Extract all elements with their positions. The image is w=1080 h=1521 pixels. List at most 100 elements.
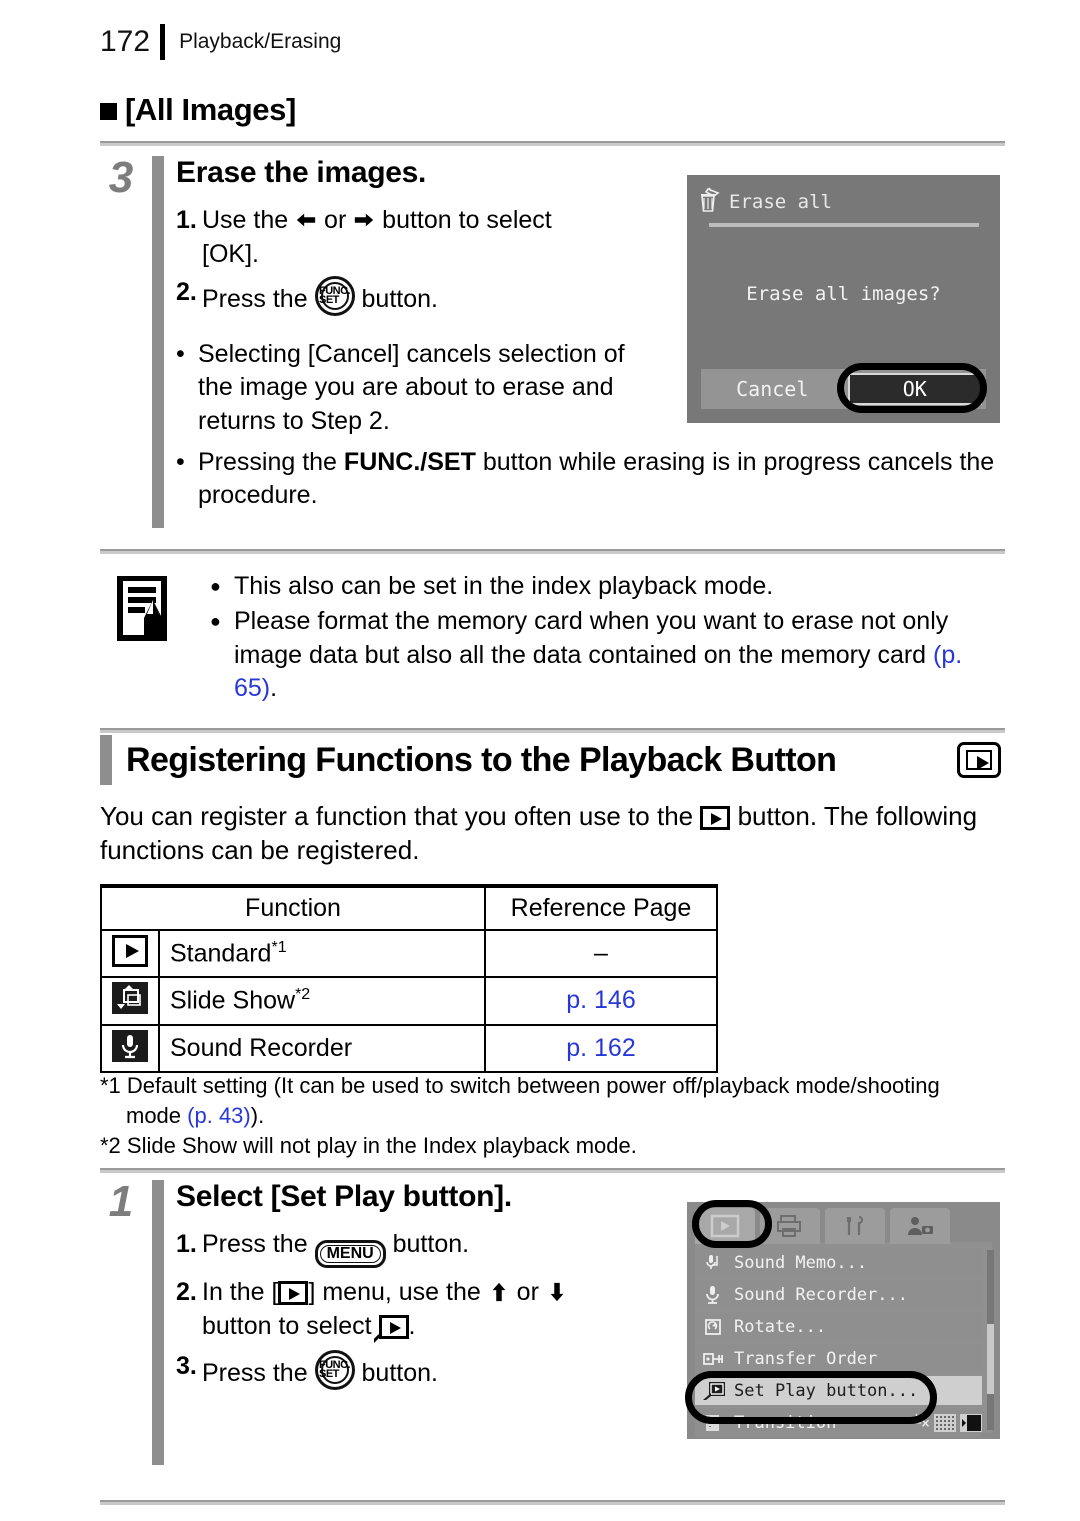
settings-tab-icon: [846, 1215, 864, 1235]
all-images-label: [All Images]: [125, 92, 296, 127]
table-header-row: Function Reference Page: [100, 884, 718, 931]
note-item-1-text: This also can be set in the index playba…: [234, 572, 774, 600]
up-arrow-icon: [492, 1283, 506, 1302]
note-box: ● This also can be set in the index play…: [100, 570, 1005, 707]
lcd-erase-all-screen: Erase all Erase all images? Cancel OK: [687, 175, 1000, 423]
playback-icon: [700, 806, 731, 830]
section-bar: [100, 735, 112, 785]
note-item-2-text: Please format the memory card when you w…: [234, 607, 963, 702]
down-arrow-icon: [550, 1283, 564, 1302]
lcd-menu-item-sound-memo[interactable]: Sound Memo...: [695, 1248, 982, 1277]
lcd-tab-my-camera[interactable]: [890, 1208, 950, 1244]
lcd-menu-scrollbar[interactable]: [987, 1250, 994, 1430]
square-bullet-icon: [100, 103, 117, 120]
print-tab-icon: [777, 1215, 801, 1237]
row-name-slideshow: Slide Show*2: [158, 976, 486, 1026]
transition-fade-icon: [960, 1413, 982, 1432]
lcd-menu-label: Rotate...: [734, 1316, 827, 1337]
bullet-dot-icon: ●: [210, 576, 221, 596]
step1-substep-2-number: 2.: [176, 1278, 197, 1307]
manual-page: 172 Playback/Erasing [All Images] 3 Eras…: [0, 0, 1080, 1521]
lcd-menu-scroll-thumb[interactable]: [987, 1324, 994, 1394]
bullet-dot-icon: •: [176, 447, 185, 476]
note-item-2: ● Please format the memory card when you…: [210, 605, 1005, 705]
playback-icon: [112, 935, 148, 968]
lcd-menu-item-rotate[interactable]: Rotate...: [695, 1312, 982, 1341]
ok-highlight-oval: [837, 363, 987, 413]
section-name: Playback/Erasing: [179, 30, 342, 53]
step1-substep-2-continuation: button to select .: [202, 1312, 416, 1341]
step-1-body: Select [Set Play button]. 1. Press the M…: [176, 1180, 568, 1392]
lcd-menu-label: Sound Recorder...: [734, 1284, 908, 1305]
lcd-menu-item-sound-recorder[interactable]: Sound Recorder...: [695, 1280, 982, 1309]
lcd-erase-message: Erase all images?: [746, 283, 941, 305]
row-name-standard: Standard*1: [158, 928, 486, 979]
my-camera-tab-icon: [908, 1217, 933, 1235]
step1-substep-2: 2. In the [] menu, use the or: [176, 1276, 568, 1308]
footnote-1-line1: *1 Default setting (It can be used to sw…: [100, 1073, 940, 1098]
page-ref-link[interactable]: (p. 43): [187, 1103, 251, 1128]
row-icon-soundrecorder: [100, 1023, 160, 1073]
lcd-tab-settings[interactable]: [825, 1208, 885, 1244]
step1-substep-2-text: In the [] menu, use the or: [202, 1276, 568, 1308]
sound-recorder-icon: [706, 1285, 719, 1304]
section-intro: You can register a function that you oft…: [100, 801, 978, 865]
section-heading: Registering Functions to the Playback Bu…: [100, 735, 1005, 785]
all-images-heading: [All Images]: [100, 92, 296, 128]
note-item-1: ● This also can be set in the index play…: [210, 570, 1005, 603]
playback-button-icon: [957, 742, 1001, 778]
lcd-menu-label: Transfer Order: [734, 1348, 878, 1369]
substep-1-number: 1.: [176, 206, 197, 234]
lcd-menu-label: Sound Memo...: [734, 1252, 868, 1273]
playback-tab-highlight-oval: [692, 1200, 772, 1248]
footnote-2: *2 Slide Show will not play in the Index…: [100, 1133, 637, 1159]
page-header: 172 Playback/Erasing: [100, 24, 341, 60]
set-play-button-highlight-oval: [685, 1371, 937, 1424]
header-divider: [160, 24, 166, 60]
transition-pattern-icon: [934, 1413, 956, 1432]
bullet-dot-icon: •: [176, 340, 185, 368]
sound-memo-icon: [706, 1254, 718, 1269]
bullet-dot-icon: ●: [210, 611, 221, 632]
rule-note-top: [100, 549, 1005, 554]
step-3-number: 3: [108, 153, 134, 202]
step1-substep-3-number: 3.: [176, 1352, 197, 1381]
section-title: Registering Functions to the Playback Bu…: [126, 740, 837, 779]
row-page-standard: –: [484, 928, 718, 979]
step1-substep-3: 3. Press the FUNC. SET button.: [176, 1350, 568, 1391]
set-play-button-icon: [378, 1315, 409, 1340]
note-list: ● This also can be set in the index play…: [100, 570, 1005, 705]
rule-section-top: [100, 728, 1005, 733]
table-row: Standard*1 –: [100, 928, 718, 979]
footnote-1-line2: mode (p. 43)).: [126, 1103, 265, 1129]
row-page-slideshow[interactable]: p. 146: [484, 976, 718, 1026]
table-row: Sound Recorder p. 162: [100, 1023, 718, 1073]
transfer-order-icon: [703, 1352, 723, 1365]
rule-bottom: [100, 1500, 1005, 1505]
step1-substep-3-text: Press the FUNC. SET button.: [202, 1350, 568, 1391]
menu-button-icon: MENU: [314, 1240, 386, 1269]
row-icon-slideshow: [100, 976, 160, 1026]
step-1-vertical-bar: [152, 1180, 164, 1465]
table-header-reference: Reference Page: [484, 884, 718, 931]
slide-show-icon: [112, 982, 148, 1015]
rule-top: [100, 141, 1005, 146]
bullet-2: • Pressing the FUNC./SET button while er…: [176, 446, 1080, 513]
table-header-function: Function: [100, 884, 486, 931]
bullet-1: • Selecting [Cancel] cancels selection o…: [176, 338, 646, 438]
lcd-menu-item-transfer-order[interactable]: Transfer Order: [695, 1344, 982, 1373]
footnotes: *1 Default setting (It can be used to sw…: [100, 1072, 1005, 1162]
substep-2-number: 2.: [176, 278, 197, 306]
erase-all-icon: [701, 187, 720, 212]
step-1-title: Select [Set Play button].: [176, 1180, 512, 1213]
left-arrow-icon: [296, 213, 316, 227]
step1-substep-1-number: 1.: [176, 1230, 197, 1258]
lcd-cancel-button[interactable]: Cancel: [701, 377, 844, 401]
step-1-substeps: 1. Press the MENU button. 2. In the [] m…: [176, 1228, 568, 1391]
func-set-button-icon: FUNC. SET: [314, 1350, 355, 1391]
rotate-icon: [705, 1318, 721, 1335]
page-number: 172: [100, 25, 151, 58]
step-1-number: 1: [108, 1177, 134, 1226]
row-page-soundrecorder[interactable]: p. 162: [484, 1023, 718, 1073]
step-3-vertical-bar: [152, 156, 164, 528]
